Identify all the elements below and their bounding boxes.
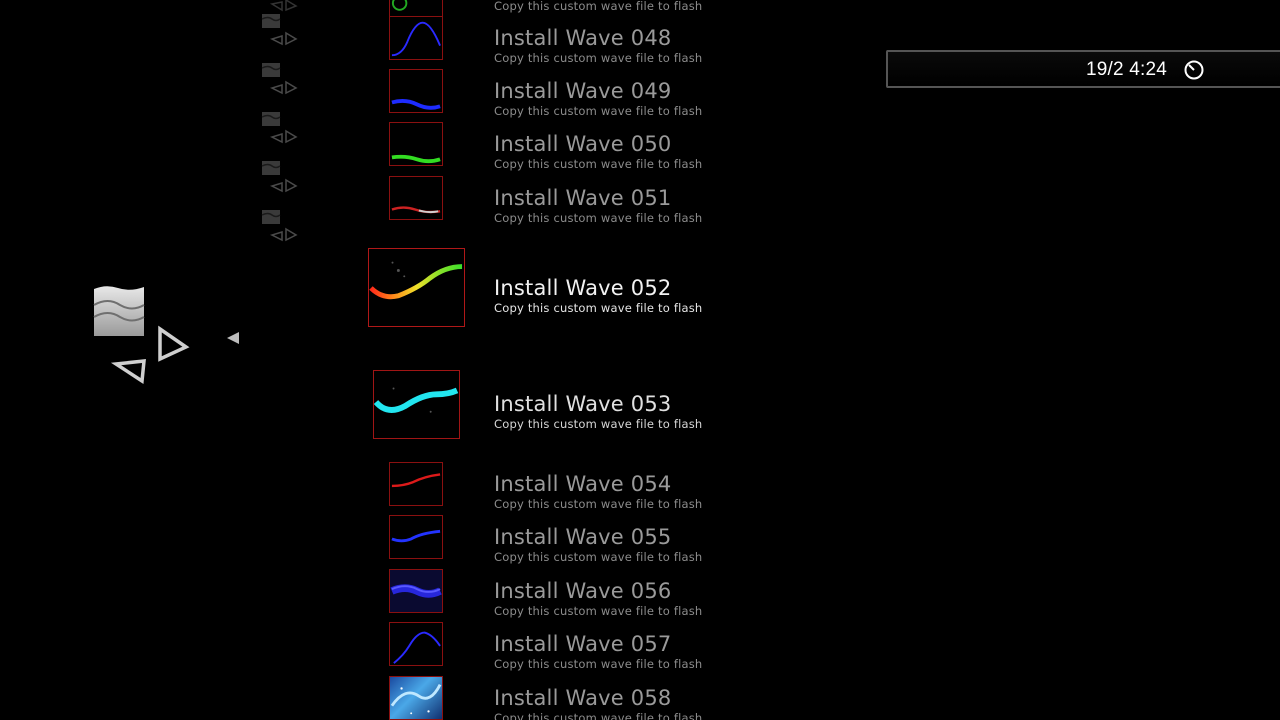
clock-icon — [1184, 60, 1204, 80]
wave-thumbnail — [389, 569, 443, 613]
wave-thumbnail — [389, 122, 443, 166]
list-item[interactable]: Install Wave 054 Copy this custom wave f… — [0, 462, 760, 512]
item-subtitle: Copy this custom wave file to flash — [494, 51, 703, 65]
item-subtitle: Copy this custom wave file to flash — [494, 0, 703, 13]
item-subtitle: Copy this custom wave file to flash — [494, 104, 703, 118]
item-title: Install Wave 052 — [494, 276, 672, 300]
xmb-screen: 19/2 4:24 Copy this custom wave file to … — [0, 0, 1280, 720]
list-item[interactable]: Install Wave 058 Copy this custom wave f… — [0, 676, 760, 720]
item-subtitle: Copy this custom wave file to flash — [494, 550, 703, 564]
item-title: Install Wave 054 — [494, 472, 672, 496]
item-title: Install Wave 057 — [494, 632, 672, 656]
item-title: Install Wave 055 — [494, 525, 672, 549]
item-title: Install Wave 049 — [494, 79, 672, 103]
wave-thumbnail — [373, 370, 460, 439]
wave-thumbnail — [368, 248, 465, 327]
clock-time: 19/2 4:24 — [1086, 59, 1168, 80]
item-subtitle: Copy this custom wave file to flash — [494, 211, 703, 225]
wave-thumbnail — [389, 69, 443, 113]
wave-thumbnail — [389, 676, 443, 720]
item-title: Install Wave 051 — [494, 186, 672, 210]
item-title: Install Wave 050 — [494, 132, 672, 156]
wave-thumbnail — [389, 16, 443, 60]
wave-thumbnail — [389, 176, 443, 220]
wave-thumbnail — [389, 515, 443, 559]
item-subtitle: Copy this custom wave file to flash — [494, 417, 703, 431]
item-subtitle: Copy this custom wave file to flash — [494, 657, 703, 671]
item-subtitle: Copy this custom wave file to flash — [494, 604, 703, 618]
left-pointer-icon — [226, 330, 240, 344]
item-subtitle: Copy this custom wave file to flash — [494, 157, 703, 171]
list-item[interactable]: Copy this custom wave file to flash — [0, 0, 760, 28]
item-subtitle: Copy this custom wave file to flash — [494, 301, 703, 315]
list-item[interactable]: Install Wave 048 Copy this custom wave f… — [0, 16, 760, 66]
item-subtitle: Copy this custom wave file to flash — [494, 497, 703, 511]
list-item[interactable]: Install Wave 050 Copy this custom wave f… — [0, 122, 760, 172]
item-title: Install Wave 056 — [494, 579, 672, 603]
item-title: Install Wave 053 — [494, 392, 672, 416]
wave-thumbnail — [389, 462, 443, 506]
item-subtitle: Copy this custom wave file to flash — [494, 711, 703, 720]
list-item-selected[interactable]: Install Wave 052 Copy this custom wave f… — [0, 248, 760, 328]
list-item[interactable]: Install Wave 049 Copy this custom wave f… — [0, 69, 760, 119]
item-title: Install Wave 048 — [494, 26, 672, 50]
clock-bar: 19/2 4:24 — [886, 50, 1280, 88]
list-item[interactable]: Install Wave 053 Copy this custom wave f… — [0, 370, 760, 440]
list-item[interactable]: Install Wave 057 Copy this custom wave f… — [0, 622, 760, 672]
list-item[interactable]: Install Wave 056 Copy this custom wave f… — [0, 569, 760, 619]
wave-thumbnail — [389, 622, 443, 666]
list-item[interactable]: Install Wave 055 Copy this custom wave f… — [0, 515, 760, 565]
item-title: Install Wave 058 — [494, 686, 672, 710]
list-item[interactable]: Install Wave 051 Copy this custom wave f… — [0, 176, 760, 226]
